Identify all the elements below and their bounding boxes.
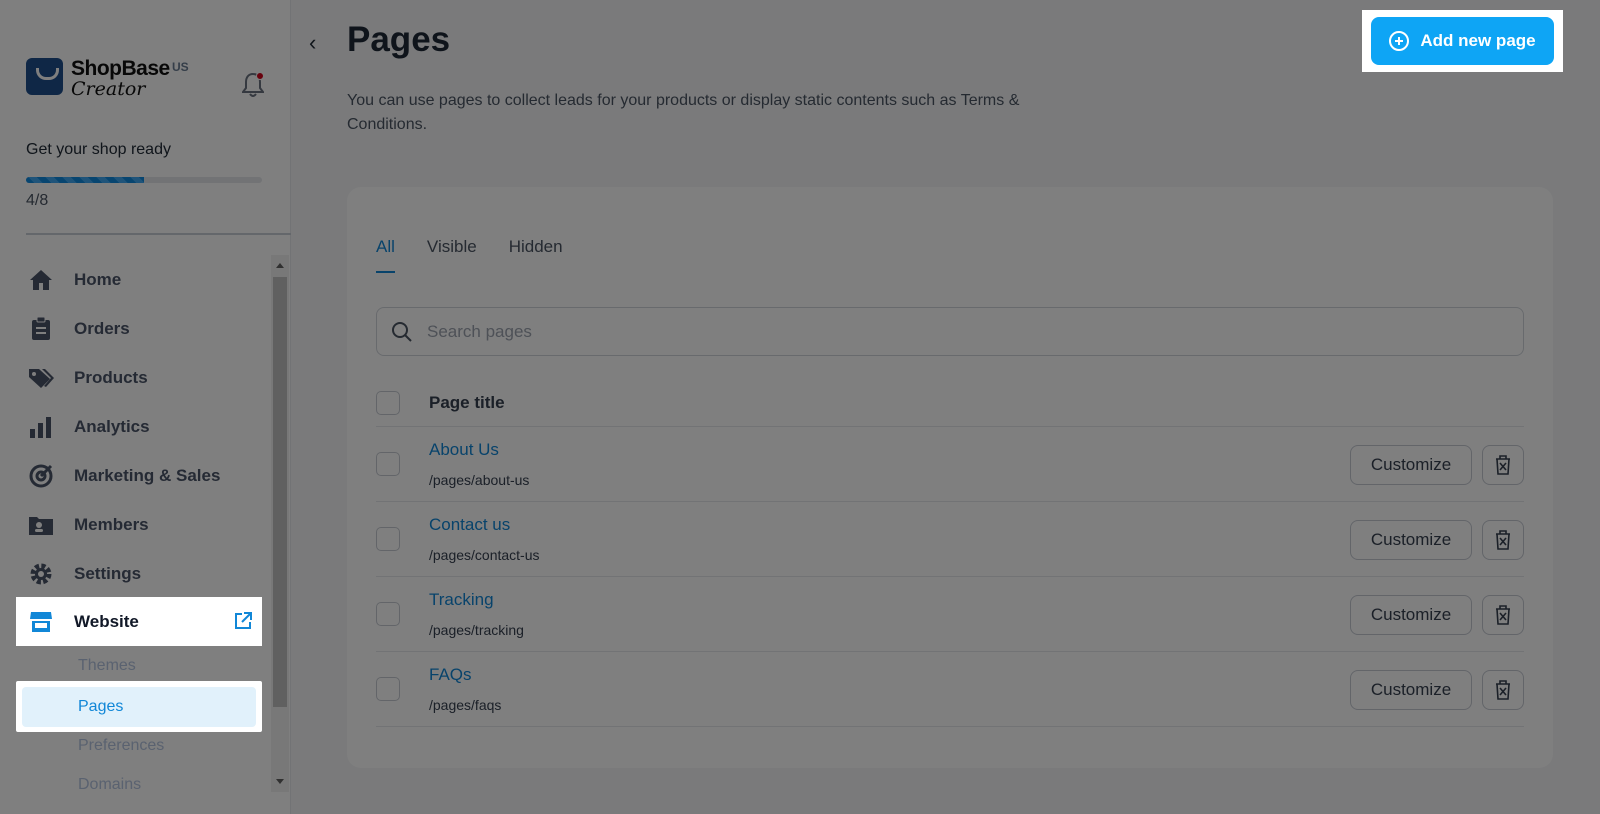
delete-button[interactable] <box>1482 595 1524 635</box>
tab-hidden[interactable]: Hidden <box>509 237 563 273</box>
external-link-icon[interactable] <box>234 612 252 635</box>
page-path: /pages/tracking <box>429 622 524 638</box>
sidebar-item-products[interactable]: Products <box>16 353 266 402</box>
table-row: FAQs /pages/faqs Customize <box>376 652 1524 727</box>
scroll-up-arrow-icon[interactable] <box>276 263 284 268</box>
table-row: Tracking /pages/tracking Customize <box>376 577 1524 652</box>
setup-title[interactable]: Get your shop ready <box>26 141 171 159</box>
gear-icon <box>28 561 54 587</box>
sidebar-item-label: Settings <box>74 563 142 583</box>
delete-button[interactable] <box>1482 670 1524 710</box>
sidebar-item-label: Home <box>74 269 122 289</box>
select-all-checkbox[interactable] <box>376 390 400 415</box>
page-title-link[interactable]: FAQs <box>429 665 501 685</box>
table-row: Contact us /pages/contact-us Customize <box>376 502 1524 577</box>
page-title-link[interactable]: Tracking <box>429 590 524 610</box>
sidebar-item-label: Website <box>74 611 139 631</box>
table-row: About Us /pages/about-us Customize <box>376 427 1524 502</box>
clipboard-icon <box>28 316 54 342</box>
sidebar-item-label: Analytics <box>74 416 150 436</box>
target-icon <box>28 463 54 489</box>
scroll-down-arrow-icon[interactable] <box>276 779 284 784</box>
add-new-page-button[interactable]: Add new page <box>1371 17 1554 65</box>
sidebar-scrollbar[interactable] <box>271 255 289 792</box>
trash-icon <box>1496 530 1510 550</box>
search-box[interactable] <box>376 307 1524 356</box>
page-title-link[interactable]: Contact us <box>429 515 540 535</box>
setup-progress-count: 4/8 <box>26 192 49 209</box>
sidebar-item-label: Members <box>74 514 149 534</box>
row-checkbox[interactable] <box>376 677 400 701</box>
bar-chart-icon <box>28 414 54 440</box>
home-icon <box>28 267 54 293</box>
table-header: Page title <box>376 379 1524 427</box>
sidebar-subitem-pages[interactable]: Pages <box>22 687 256 727</box>
sidebar-divider <box>26 233 291 235</box>
row-checkbox[interactable] <box>376 602 400 626</box>
sidebar-item-label: Orders <box>74 318 130 338</box>
row-checkbox[interactable] <box>376 527 400 551</box>
sidebar-item-label: Products <box>74 367 148 387</box>
shopbase-logo[interactable]: ShopBase Creator US <box>26 57 189 100</box>
search-icon <box>392 321 412 342</box>
tag-icon <box>28 365 54 391</box>
logo-brand-text: ShopBase <box>71 57 170 80</box>
tab-visible[interactable]: Visible <box>427 237 477 273</box>
sidebar-subitem-domains[interactable]: Domains <box>16 765 266 804</box>
column-header-page-title: Page title <box>429 392 505 412</box>
back-chevron-icon[interactable]: ‹ <box>309 30 316 56</box>
page-title: Pages <box>347 20 451 59</box>
plus-circle-icon <box>1389 31 1410 51</box>
sidebar-item-home[interactable]: Home <box>16 255 266 304</box>
shopbase-bag-icon <box>26 58 63 95</box>
page-path: /pages/about-us <box>429 472 530 488</box>
pages-tabs: All Visible Hidden <box>376 237 595 273</box>
page-title-link[interactable]: About Us <box>429 440 529 460</box>
add-new-page-label: Add new page <box>1420 31 1536 50</box>
pages-table: Page title About Us /pages/about-us Cust… <box>376 379 1524 727</box>
pages-card: All Visible Hidden Page title About Us /… <box>347 187 1553 768</box>
page-path: /pages/faqs <box>429 697 502 713</box>
website-subnav-rest: Preferences Domains <box>16 726 266 804</box>
tab-all[interactable]: All <box>376 237 395 273</box>
trash-icon <box>1496 680 1510 700</box>
sidebar-item-website-highlight: Website <box>16 597 262 646</box>
sidebar-item-label: Marketing & Sales <box>74 465 221 485</box>
sidebar-item-settings[interactable]: Settings <box>16 549 266 598</box>
sidebar-subitem-preferences[interactable]: Preferences <box>16 726 266 765</box>
logo-region-badge: US <box>172 60 189 74</box>
setup-progress-fill <box>26 177 144 183</box>
customize-button[interactable]: Customize <box>1350 670 1472 710</box>
page-description: You can use pages to collect leads for y… <box>347 92 1020 133</box>
notification-bell-icon[interactable] <box>241 72 265 98</box>
sidebar-item-marketing-sales[interactable]: Marketing & Sales <box>16 451 266 500</box>
sidebar-item-website[interactable]: Website <box>16 597 262 646</box>
sidebar-item-orders[interactable]: Orders <box>16 304 266 353</box>
setup-progress-bar <box>26 177 262 183</box>
customize-button[interactable]: Customize <box>1350 520 1472 560</box>
trash-icon <box>1496 605 1510 625</box>
website-subnav: Themes <box>16 646 266 685</box>
sidebar-item-members[interactable]: Members <box>16 500 266 549</box>
sidebar-nav: Home Orders Products Analytics Marketing… <box>16 255 266 598</box>
sidebar-subitem-pages-highlight: Pages <box>16 681 262 732</box>
customize-button[interactable]: Customize <box>1350 595 1472 635</box>
store-icon <box>28 609 54 635</box>
row-checkbox[interactable] <box>376 452 400 476</box>
sidebar-subitem-themes[interactable]: Themes <box>16 646 266 685</box>
search-input[interactable] <box>427 321 1477 342</box>
delete-button[interactable] <box>1482 520 1524 560</box>
scrollbar-thumb[interactable] <box>273 277 287 707</box>
page-path: /pages/contact-us <box>429 547 540 563</box>
members-folder-icon <box>28 512 54 538</box>
logo-sub-text: Creator <box>71 78 146 100</box>
trash-icon <box>1496 455 1510 475</box>
customize-button[interactable]: Customize <box>1350 445 1472 485</box>
sidebar-item-analytics[interactable]: Analytics <box>16 402 266 451</box>
notification-dot <box>256 72 264 80</box>
delete-button[interactable] <box>1482 445 1524 485</box>
